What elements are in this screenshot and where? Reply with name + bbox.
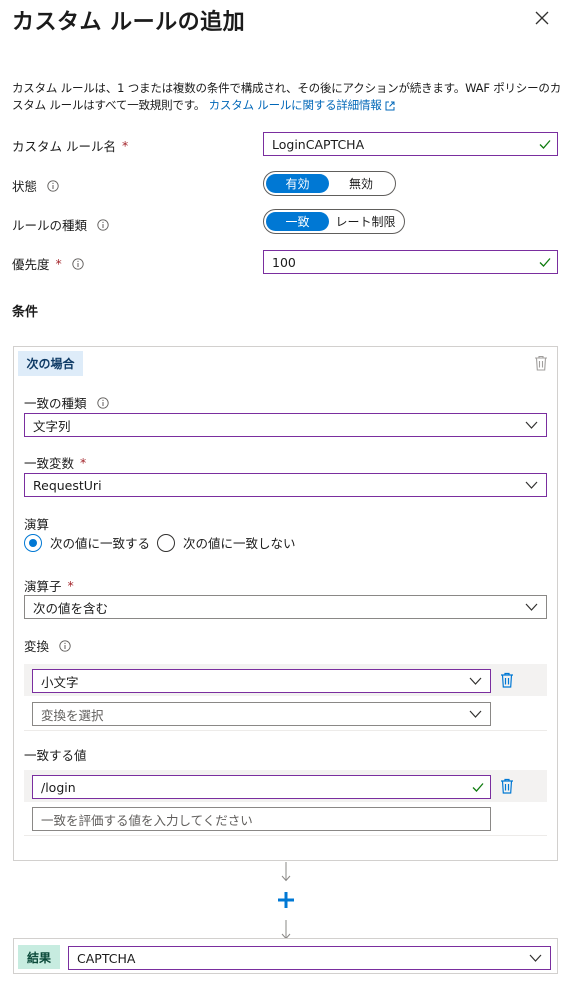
match-variable-select[interactable]: RequestUri bbox=[24, 473, 547, 497]
status-toggle[interactable]: 有効 無効 bbox=[263, 171, 396, 196]
result-tag: 結果 bbox=[18, 945, 60, 969]
if-tag: 次の場合 bbox=[18, 351, 83, 376]
checkmark-icon bbox=[472, 783, 484, 792]
match-type-label: 一致の種類 bbox=[24, 393, 109, 412]
learn-more-link[interactable]: カスタム ルールに関する詳細情報 bbox=[209, 98, 395, 112]
match-value-new-input[interactable]: 一致を評価する値を入力してください bbox=[32, 807, 491, 831]
info-icon[interactable] bbox=[97, 218, 109, 231]
rule-name-label: カスタム ルール名 * bbox=[12, 138, 129, 154]
radio-unselected-icon bbox=[157, 533, 175, 552]
match-values-label: 一致する値 bbox=[24, 748, 87, 763]
conditions-heading: 条件 bbox=[12, 305, 39, 320]
operation-label: 演算 bbox=[24, 517, 50, 532]
match-type-select[interactable]: 文字列 bbox=[24, 413, 547, 437]
checkmark-icon bbox=[539, 258, 551, 267]
match-variable-value: RequestUri bbox=[33, 477, 102, 493]
chevron-down-icon bbox=[525, 481, 538, 489]
rule-type-label: ルールの種類 bbox=[12, 215, 109, 234]
info-icon[interactable] bbox=[96, 396, 109, 409]
transform-select[interactable]: 小文字 bbox=[32, 669, 491, 693]
operation-is-not-label: 次の値に一致しない bbox=[183, 536, 296, 551]
divider bbox=[24, 835, 547, 836]
match-value-input[interactable]: /login bbox=[32, 775, 491, 799]
delete-transform-icon[interactable] bbox=[500, 672, 514, 688]
match-type-value: 文字列 bbox=[33, 418, 71, 434]
arrow-down-icon bbox=[281, 920, 291, 940]
delete-condition-icon[interactable] bbox=[534, 355, 548, 371]
priority-value: 100 bbox=[272, 254, 296, 270]
chevron-down-icon bbox=[529, 954, 542, 962]
external-link-icon bbox=[385, 101, 395, 110]
operator-value: 次の値を含む bbox=[33, 600, 109, 616]
required-mark: * bbox=[67, 578, 74, 593]
rule-name-input[interactable]: LoginCAPTCHA bbox=[263, 132, 558, 156]
info-icon[interactable] bbox=[59, 639, 71, 652]
delete-match-value-icon[interactable] bbox=[500, 778, 514, 794]
required-mark: * bbox=[80, 455, 87, 470]
operation-is-radio[interactable]: 次の値に一致する bbox=[24, 533, 150, 552]
status-label: 状態 bbox=[12, 176, 59, 195]
operation-is-label: 次の値に一致する bbox=[50, 536, 151, 551]
radio-selected-icon bbox=[24, 533, 42, 552]
rule-type-rate-limit-option[interactable]: レート制限 bbox=[329, 212, 402, 231]
checkmark-icon bbox=[539, 140, 551, 149]
transform-value: 小文字 bbox=[41, 674, 79, 690]
match-variable-label: 一致変数 * bbox=[24, 455, 87, 471]
close-icon[interactable] bbox=[534, 10, 550, 26]
match-value-placeholder: 一致を評価する値を入力してください bbox=[41, 812, 253, 828]
rule-type-toggle[interactable]: 一致 レート制限 bbox=[263, 209, 405, 234]
panel-title: カスタム ルールの追加 bbox=[12, 10, 246, 35]
status-disabled-option[interactable]: 無効 bbox=[329, 174, 393, 193]
info-icon[interactable] bbox=[47, 179, 59, 192]
add-condition-icon[interactable] bbox=[277, 891, 295, 909]
rule-name-value: LoginCAPTCHA bbox=[272, 136, 365, 152]
transform-label: 変換 bbox=[24, 636, 71, 655]
priority-input[interactable]: 100 bbox=[263, 250, 558, 274]
panel-description: カスタム ルールは、1 つまたは複数の条件で構成され、その後にアクションが続きま… bbox=[12, 80, 562, 114]
transform-placeholder: 変換を選択 bbox=[41, 707, 104, 723]
chevron-down-icon bbox=[469, 677, 482, 685]
chevron-down-icon bbox=[469, 710, 482, 718]
transform-new-select[interactable]: 変換を選択 bbox=[32, 702, 491, 726]
result-action-value: CAPTCHA bbox=[77, 950, 136, 966]
chevron-down-icon bbox=[525, 603, 538, 611]
info-icon[interactable] bbox=[72, 257, 84, 270]
required-mark: * bbox=[121, 138, 129, 153]
chevron-down-icon bbox=[525, 421, 538, 429]
status-enabled-option[interactable]: 有効 bbox=[266, 174, 329, 193]
operation-is-not-radio[interactable]: 次の値に一致しない bbox=[157, 533, 296, 552]
result-action-select[interactable]: CAPTCHA bbox=[68, 946, 551, 970]
divider bbox=[24, 730, 547, 731]
priority-label: 優先度 * bbox=[12, 254, 84, 273]
operator-label: 演算子 * bbox=[24, 578, 74, 594]
required-mark: * bbox=[55, 256, 62, 271]
match-value-text: /login bbox=[41, 779, 76, 795]
rule-type-match-option[interactable]: 一致 bbox=[266, 212, 329, 231]
operator-select[interactable]: 次の値を含む bbox=[24, 595, 547, 619]
arrow-down-icon bbox=[281, 862, 291, 882]
